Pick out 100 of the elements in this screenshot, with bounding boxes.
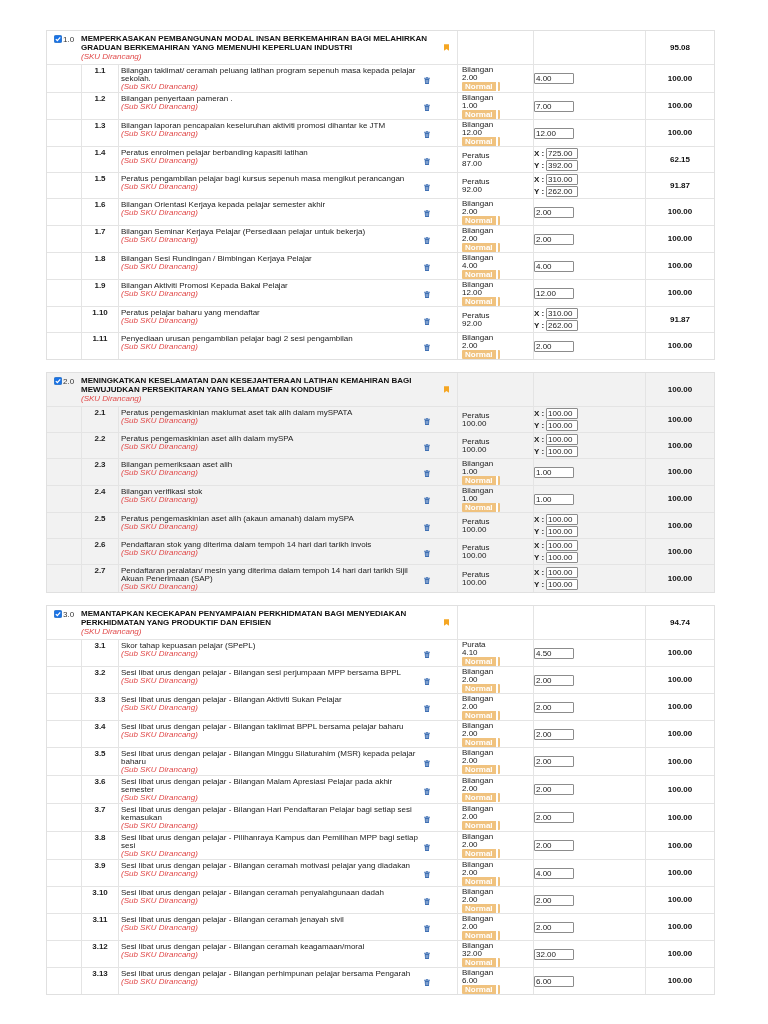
value-input[interactable]: 2.00 bbox=[534, 233, 574, 245]
value-input[interactable]: 2.00 bbox=[534, 921, 574, 933]
value-input[interactable]: 2.00 bbox=[534, 756, 574, 767]
unit-label: Peratus bbox=[462, 543, 490, 552]
trash-icon[interactable] bbox=[424, 678, 430, 685]
value-input[interactable]: 2.00 bbox=[534, 728, 574, 740]
trash-icon[interactable] bbox=[424, 576, 430, 584]
trash-icon[interactable] bbox=[424, 131, 430, 138]
item-number: 3.12 bbox=[92, 943, 108, 953]
item-score: 100.00 bbox=[667, 439, 693, 452]
item-description: Bilangan Orientasi Kerjaya kepada pelajar semester akhir bbox=[121, 201, 326, 209]
trash-icon[interactable] bbox=[424, 157, 430, 165]
trash-icon[interactable] bbox=[424, 344, 430, 351]
value-input[interactable]: 4.00 bbox=[534, 867, 574, 879]
value-input[interactable]: 7.00 bbox=[534, 100, 574, 112]
trash-icon[interactable] bbox=[424, 815, 430, 823]
trash-icon[interactable] bbox=[424, 843, 430, 851]
value-input[interactable]: 100.00 bbox=[546, 446, 578, 457]
item-number: 3.4 bbox=[94, 723, 106, 733]
trash-icon[interactable] bbox=[424, 549, 430, 557]
trash-icon[interactable] bbox=[424, 76, 430, 84]
target-value: 92.00 bbox=[462, 185, 483, 194]
value-input[interactable]: 2.00 bbox=[534, 894, 574, 906]
value-input[interactable]: 2.00 bbox=[534, 812, 574, 823]
trash-icon[interactable] bbox=[424, 759, 430, 767]
value-input[interactable]: 100.00 bbox=[546, 567, 578, 578]
trash-icon[interactable] bbox=[424, 237, 430, 244]
value-input[interactable]: 2.00 bbox=[534, 701, 574, 713]
value-input[interactable]: 4.50 bbox=[534, 647, 574, 659]
section-score: 95.08 bbox=[670, 41, 690, 54]
trash-icon[interactable] bbox=[424, 210, 430, 217]
status-badge: Normal bbox=[462, 503, 500, 512]
value-input[interactable]: 32.00 bbox=[534, 948, 574, 960]
item-note: (Sub SKU Dirancang) bbox=[121, 978, 198, 986]
item-note: (Sub SKU Dirancang) bbox=[121, 766, 198, 774]
trash-icon[interactable] bbox=[424, 523, 430, 531]
value-input[interactable]: 392.00 bbox=[546, 160, 578, 171]
value-input[interactable]: 2.00 bbox=[534, 206, 574, 218]
value-input[interactable]: 100.00 bbox=[546, 434, 578, 445]
unit-label: Bilangan bbox=[462, 487, 494, 495]
value-input[interactable]: 262.00 bbox=[546, 186, 578, 197]
trash-icon[interactable] bbox=[424, 104, 430, 111]
value-input[interactable]: 262.00 bbox=[546, 320, 578, 331]
trash-icon[interactable] bbox=[424, 183, 430, 191]
trash-icon[interactable] bbox=[424, 264, 430, 271]
value-input[interactable]: 100.00 bbox=[546, 526, 578, 537]
value-input[interactable]: 2.00 bbox=[534, 340, 574, 352]
trash-icon[interactable] bbox=[424, 732, 430, 739]
trash-icon[interactable] bbox=[424, 871, 430, 878]
item-note: (Sub SKU Dirancang) bbox=[121, 924, 198, 932]
checkbox[interactable] bbox=[54, 610, 62, 618]
status-badge: Normal bbox=[462, 793, 500, 802]
trash-icon[interactable] bbox=[424, 443, 430, 451]
value-input[interactable]: 6.00 bbox=[534, 975, 574, 987]
value-input[interactable]: 1.00 bbox=[534, 466, 574, 478]
value-input[interactable]: 2.00 bbox=[534, 784, 574, 795]
value-input[interactable]: 100.00 bbox=[546, 579, 578, 590]
value-input[interactable]: 2.00 bbox=[534, 674, 574, 686]
item-score: 100.00 bbox=[667, 260, 693, 272]
value-input[interactable]: 100.00 bbox=[546, 552, 578, 563]
target-value: 2.00 bbox=[462, 896, 478, 904]
trash-icon[interactable] bbox=[424, 898, 430, 905]
value-input[interactable]: 4.00 bbox=[534, 260, 574, 272]
unit-label: Bilangan bbox=[462, 749, 494, 757]
unit-label: Peratus bbox=[462, 151, 490, 160]
value-input[interactable]: 4.00 bbox=[534, 73, 574, 84]
value-input[interactable]: 725.00 bbox=[546, 148, 578, 159]
item-score: 100.00 bbox=[667, 340, 693, 352]
value-input[interactable]: 310.00 bbox=[546, 174, 578, 185]
trash-icon[interactable] bbox=[424, 979, 430, 986]
value-input[interactable]: 100.00 bbox=[546, 408, 578, 419]
value-input[interactable]: 1.00 bbox=[534, 493, 574, 505]
checkbox[interactable] bbox=[54, 35, 62, 43]
trash-icon[interactable] bbox=[424, 787, 430, 795]
value-input[interactable]: 100.00 bbox=[546, 514, 578, 525]
trash-icon[interactable] bbox=[424, 497, 430, 504]
item-number: 1.3 bbox=[94, 122, 106, 132]
item-number: 3.10 bbox=[92, 889, 108, 899]
value-input[interactable]: 100.00 bbox=[546, 540, 578, 551]
item-number: 3.5 bbox=[94, 750, 106, 760]
trash-icon[interactable] bbox=[424, 470, 430, 477]
value-input[interactable]: 12.00 bbox=[534, 127, 574, 139]
unit-label: Bilangan bbox=[462, 334, 494, 342]
item-description: Bilangan Aktiviti Promosi Kepada Bakal Pelajar bbox=[121, 282, 288, 290]
trash-icon[interactable] bbox=[424, 317, 430, 325]
value-input[interactable]: 100.00 bbox=[546, 420, 578, 431]
unit-label: Purata bbox=[462, 641, 486, 649]
trash-icon[interactable] bbox=[424, 651, 430, 658]
item-description: Sesi libat urus dengan pelajar - Bilangan ceramah keagamaan/moral bbox=[121, 943, 365, 951]
trash-icon[interactable] bbox=[424, 705, 430, 712]
trash-icon[interactable] bbox=[424, 925, 430, 932]
trash-icon[interactable] bbox=[424, 291, 430, 298]
value-input[interactable]: 2.00 bbox=[534, 840, 574, 851]
checkbox[interactable] bbox=[54, 377, 62, 385]
trash-icon[interactable] bbox=[424, 952, 430, 959]
value-input[interactable]: 12.00 bbox=[534, 287, 574, 299]
target-value: 2.00 bbox=[462, 923, 478, 931]
item-note: (Sub SKU Dirancang) bbox=[121, 417, 198, 425]
value-input[interactable]: 310.00 bbox=[546, 308, 578, 319]
trash-icon[interactable] bbox=[424, 417, 430, 425]
